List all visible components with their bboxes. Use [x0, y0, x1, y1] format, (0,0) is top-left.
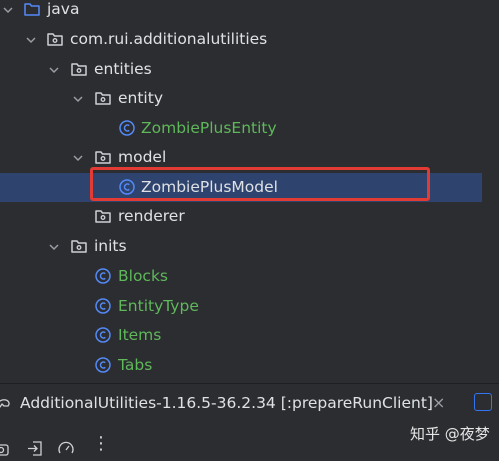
package-icon — [70, 237, 88, 255]
run-tool-bar: AdditionalUtilities-1.16.5-36.2.34 [:pre… — [0, 383, 499, 422]
run-config-tab[interactable]: AdditionalUtilities-1.16.5-36.2.34 [:pre… — [20, 384, 433, 422]
more-options-icon[interactable]: ⋮ — [92, 435, 110, 453]
chevron-down-icon[interactable] — [72, 152, 84, 164]
tree-item-package[interactable]: com.rui.additionalutilities — [0, 25, 499, 54]
tree-item-renderer[interactable]: renderer — [0, 202, 499, 231]
tree-item-inits[interactable]: inits — [0, 232, 499, 261]
tree-item-label: inits — [94, 237, 127, 255]
tree-item-label: EntityType — [118, 297, 199, 315]
watermark: 知乎 @夜梦 — [410, 425, 490, 443]
gradle-icon — [0, 395, 12, 411]
tree-item-entities[interactable]: entities — [0, 55, 499, 84]
folder-icon — [23, 0, 41, 18]
chevron-down-icon[interactable] — [48, 64, 60, 76]
tree-item-label: entities — [94, 60, 152, 78]
close-icon[interactable]: × — [432, 394, 445, 412]
class-icon — [94, 297, 112, 315]
tree-item-entity[interactable]: entity — [0, 84, 499, 113]
tree-item-label: entity — [118, 89, 163, 107]
tree-item-label: com.rui.additionalutilities — [70, 30, 268, 48]
tree-item-label: Blocks — [118, 267, 168, 285]
chevron-down-icon[interactable] — [72, 93, 84, 105]
package-icon — [94, 89, 112, 107]
class-icon — [94, 326, 112, 344]
chevron-down-icon[interactable] — [2, 4, 14, 16]
annotation-highlight-box — [90, 167, 430, 201]
gauge-icon[interactable] — [57, 439, 75, 457]
tree-item-entity-type[interactable]: EntityType — [0, 292, 499, 321]
layout-toggle-icon[interactable] — [474, 393, 492, 411]
tree-item-zombie-plus-entity[interactable]: ZombiePlusEntity — [0, 114, 499, 143]
package-icon — [94, 207, 112, 225]
camera-icon[interactable] — [0, 439, 10, 457]
chevron-down-icon[interactable] — [48, 241, 60, 253]
package-icon — [70, 60, 88, 78]
project-tree: java com.rui.additionalutilities entitie… — [0, 0, 499, 383]
class-icon — [118, 119, 136, 137]
tree-item-java[interactable]: java — [0, 0, 499, 24]
tree-item-blocks[interactable]: Blocks — [0, 262, 499, 291]
tree-scroll-gutter — [482, 0, 499, 383]
class-icon — [94, 267, 112, 285]
tree-item-label: java — [47, 0, 80, 18]
login-icon[interactable] — [26, 439, 44, 457]
chevron-down-icon[interactable] — [25, 34, 37, 46]
tree-item-label: renderer — [118, 207, 185, 225]
package-icon — [46, 30, 64, 48]
tree-item-label: Tabs — [118, 356, 153, 374]
tree-item-tabs[interactable]: Tabs — [0, 351, 499, 380]
tree-item-label: ZombiePlusEntity — [141, 119, 277, 137]
class-icon — [94, 356, 112, 374]
package-icon — [94, 148, 112, 166]
tree-item-label: Items — [118, 326, 162, 344]
tree-item-items[interactable]: Items — [0, 321, 499, 350]
